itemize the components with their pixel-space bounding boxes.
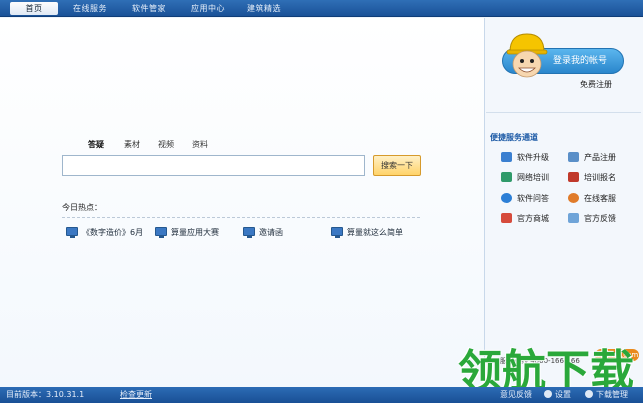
- training-icon: [501, 172, 512, 182]
- tab-home[interactable]: 首页: [10, 2, 58, 15]
- download-label: 下载管理: [596, 390, 628, 399]
- person-icon: [568, 193, 579, 203]
- hot-item-label: 《数字造价》6月: [82, 228, 144, 237]
- services-title: 便捷服务通道: [490, 133, 538, 142]
- service-online-support[interactable]: 在线客服: [568, 193, 616, 205]
- settings-label: 设置: [555, 390, 571, 399]
- service-product-register[interactable]: 产品注册: [568, 152, 616, 164]
- hot-item[interactable]: 邀请函: [243, 227, 283, 239]
- monitor-icon: [243, 227, 255, 238]
- service-label: 软件升级: [517, 153, 549, 162]
- tab-app-center[interactable]: 应用中心: [184, 2, 232, 15]
- service-label: 官方反馈: [584, 214, 616, 223]
- register-link[interactable]: 免费注册: [580, 79, 612, 90]
- gear-icon: [544, 390, 552, 398]
- service-label: 培训报名: [584, 173, 616, 182]
- service-software-upgrade[interactable]: 软件升级: [501, 152, 549, 164]
- service-software-qa[interactable]: 软件问答: [501, 193, 549, 205]
- service-online-training[interactable]: 网络培训: [501, 172, 549, 184]
- search-input[interactable]: [62, 155, 365, 176]
- monitor-icon: [155, 227, 167, 238]
- service-label: 网络培训: [517, 173, 549, 182]
- tab-featured[interactable]: 建筑精选: [240, 2, 288, 15]
- download-manager-button[interactable]: 下载管理: [585, 387, 628, 403]
- service-official-feedback[interactable]: 官方反馈: [568, 213, 616, 225]
- feedback-icon: [568, 213, 579, 223]
- service-label: 在线客服: [584, 194, 616, 203]
- hot-title: 今日热点：: [62, 203, 102, 212]
- hot-item[interactable]: 《数字造价》6月: [66, 227, 143, 239]
- version-text: 目前版本：3.10.31.1: [6, 390, 85, 399]
- hot-item[interactable]: 算量就这么简单: [331, 227, 403, 239]
- status-bar: 目前版本：3.10.31.1 检查更新 意见反馈 设置 下载管理: [0, 387, 643, 403]
- sidebar-divider: [486, 112, 641, 113]
- hot-divider: [62, 217, 420, 218]
- cart-icon: [501, 213, 512, 223]
- avatar-worker-icon: [506, 33, 548, 78]
- service-official-store[interactable]: 官方商城: [501, 213, 549, 225]
- service-training-signup[interactable]: 培训报名: [568, 172, 616, 184]
- hot-item-label: 算量应用大赛: [171, 228, 219, 237]
- download-icon: [585, 390, 593, 398]
- search-tab-qa[interactable]: 答疑: [88, 139, 104, 150]
- upgrade-icon: [501, 152, 512, 162]
- monitor-icon: [331, 227, 343, 238]
- hot-item-label: 邀请函: [259, 228, 283, 237]
- search-tab-video[interactable]: 视频: [158, 139, 174, 150]
- service-label: 产品注册: [584, 153, 616, 162]
- hot-item[interactable]: 算量应用大赛: [155, 227, 219, 239]
- service-label: 软件问答: [517, 194, 549, 203]
- feedback-link[interactable]: 意见反馈: [500, 387, 532, 403]
- search-button[interactable]: 搜索一下: [373, 155, 421, 176]
- register-icon: [568, 152, 579, 162]
- signup-icon: [568, 172, 579, 182]
- check-update-link[interactable]: 检查更新: [120, 387, 152, 403]
- tab-software-manager[interactable]: 软件管家: [125, 2, 173, 15]
- settings-button[interactable]: 设置: [544, 387, 571, 403]
- monitor-icon: [66, 227, 78, 238]
- service-label: 官方商城: [517, 214, 549, 223]
- chat-bubble-icon: [501, 193, 512, 203]
- search-tab-material[interactable]: 素材: [124, 139, 140, 150]
- hot-item-label: 算量就这么简单: [347, 228, 403, 237]
- tab-online-service[interactable]: 在线服务: [66, 2, 114, 15]
- top-nav: 首页 在线服务 软件管家 应用中心 建筑精选: [0, 0, 643, 17]
- search-tab-docs[interactable]: 资料: [192, 139, 208, 150]
